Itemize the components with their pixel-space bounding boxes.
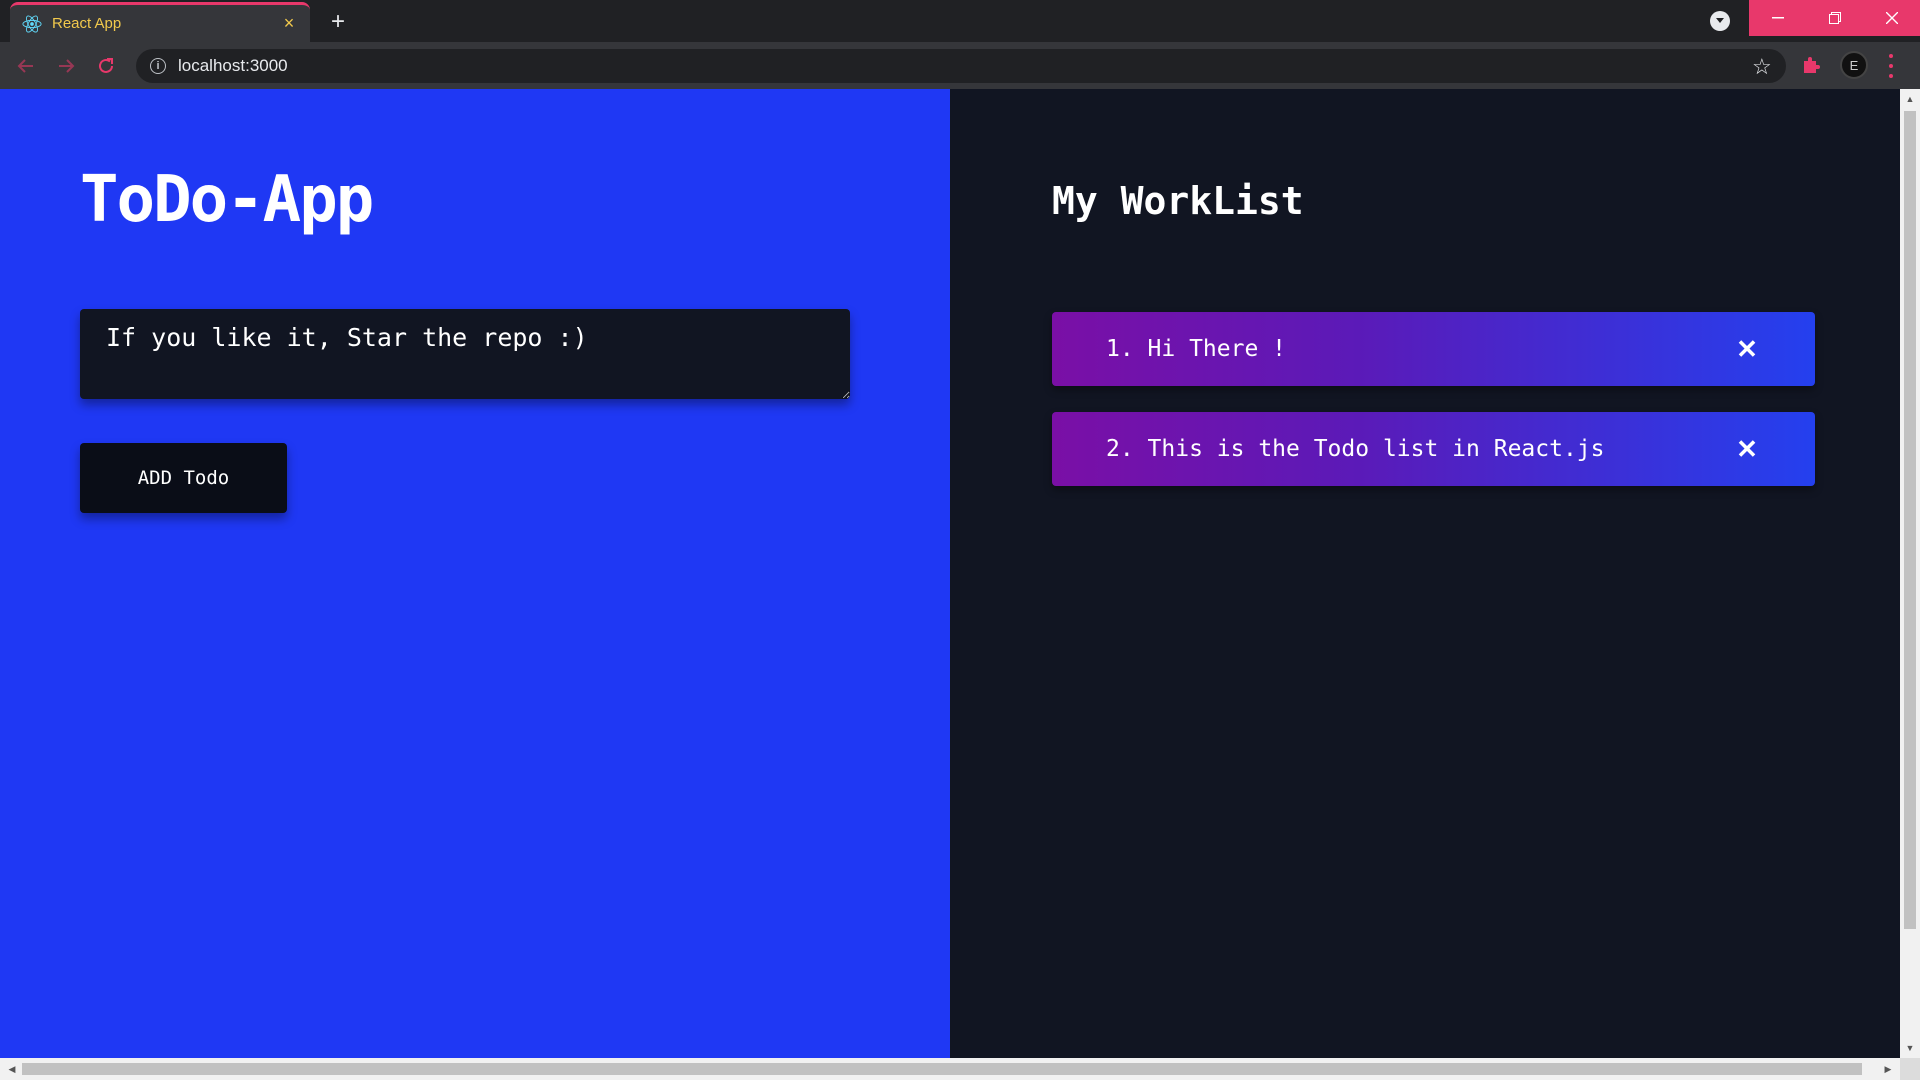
scroll-left-icon[interactable]: ◀ bbox=[2, 1058, 22, 1080]
browser-tab-bar: React App × + bbox=[0, 0, 1920, 42]
add-todo-button[interactable]: ADD Todo bbox=[80, 443, 287, 513]
page-viewport: ToDo-App ADD Todo My WorkList 1. Hi Ther… bbox=[0, 89, 1900, 1058]
back-button[interactable] bbox=[12, 52, 40, 80]
avatar[interactable]: E bbox=[1840, 51, 1868, 79]
close-window-button[interactable] bbox=[1863, 0, 1920, 36]
worklist-panel: My WorkList 1. Hi There ! ✕ 2. This is t… bbox=[950, 89, 1900, 1058]
todo-item: 2. This is the Todo list in React.js ✕ bbox=[1052, 412, 1815, 486]
worklist-title: My WorkList bbox=[1052, 179, 1304, 223]
restore-window-button[interactable] bbox=[1806, 0, 1863, 36]
scroll-up-icon[interactable]: ▲ bbox=[1900, 91, 1920, 107]
react-logo-icon bbox=[22, 14, 42, 34]
delete-icon[interactable]: ✕ bbox=[1735, 434, 1759, 465]
browser-toolbar: i localhost:3000 ☆ E bbox=[0, 42, 1920, 89]
reload-button[interactable] bbox=[92, 52, 120, 80]
tab-title: React App bbox=[52, 15, 122, 32]
minimize-window-button[interactable] bbox=[1749, 0, 1806, 36]
forward-button[interactable] bbox=[52, 52, 80, 80]
tab-close-icon[interactable]: × bbox=[280, 13, 298, 34]
delete-icon[interactable]: ✕ bbox=[1735, 334, 1759, 365]
tab-search-icon[interactable] bbox=[1710, 11, 1730, 31]
todo-list: 1. Hi There ! ✕ 2. This is the Todo list… bbox=[1052, 312, 1815, 512]
horizontal-scroll-thumb[interactable] bbox=[22, 1063, 1862, 1075]
puzzle-icon[interactable] bbox=[1800, 54, 1822, 76]
browser-tab[interactable]: React App × bbox=[10, 2, 310, 42]
scroll-down-icon[interactable]: ▼ bbox=[1900, 1040, 1920, 1056]
new-tab-button[interactable]: + bbox=[324, 8, 352, 36]
scrollbar-corner bbox=[1900, 1058, 1920, 1080]
url-text: localhost:3000 bbox=[178, 56, 288, 75]
input-panel: ToDo-App ADD Todo bbox=[0, 89, 950, 1058]
scroll-right-icon[interactable]: ▶ bbox=[1878, 1058, 1898, 1080]
info-icon[interactable]: i bbox=[150, 58, 166, 74]
kebab-menu-icon[interactable] bbox=[1888, 54, 1894, 78]
todo-input[interactable] bbox=[80, 309, 850, 399]
vertical-scrollbar[interactable]: ▲ ▼ bbox=[1900, 89, 1920, 1058]
todo-item-text: 2. This is the Todo list in React.js bbox=[1106, 436, 1605, 462]
todo-item: 1. Hi There ! ✕ bbox=[1052, 312, 1815, 386]
address-bar[interactable]: i localhost:3000 bbox=[136, 49, 1786, 83]
app-title: ToDo-App bbox=[80, 163, 374, 237]
vertical-scroll-thumb[interactable] bbox=[1904, 111, 1916, 929]
todo-item-text: 1. Hi There ! bbox=[1106, 336, 1287, 362]
horizontal-scrollbar[interactable]: ◀ ▶ bbox=[0, 1058, 1900, 1080]
star-icon[interactable]: ☆ bbox=[1752, 54, 1772, 80]
